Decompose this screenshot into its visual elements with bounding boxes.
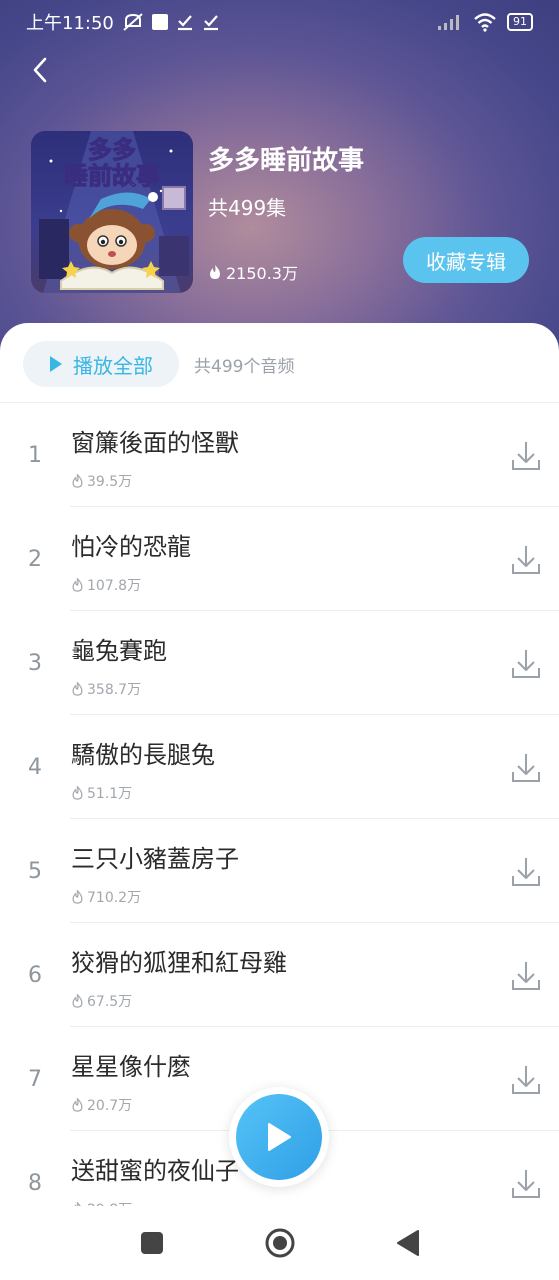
track-title: 驕傲的長腿兔 (71, 741, 215, 769)
track-row[interactable]: 3 龜兔賽跑 358.7万 (0, 611, 559, 715)
album-title: 多多睡前故事 (208, 146, 365, 176)
fire-icon (72, 1098, 83, 1112)
track-play-count: 107.8万 (71, 575, 141, 595)
download-icon (512, 650, 540, 678)
status-left: 上午11:50 (26, 9, 220, 35)
download-button[interactable] (510, 855, 542, 889)
album-cover-title-line2: 睡前故事 (64, 162, 161, 191)
download-icon (512, 546, 540, 574)
fire-icon (72, 474, 83, 488)
mute-icon (123, 13, 143, 31)
track-title: 狡猾的狐狸和紅母雞 (71, 949, 287, 977)
fire-icon (210, 265, 220, 279)
download-button[interactable] (510, 1063, 542, 1097)
download-icon (512, 962, 540, 990)
system-navigation-bar (0, 1206, 559, 1280)
floating-play-button[interactable] (229, 1087, 329, 1187)
episode-count: 共499集 (208, 196, 287, 220)
download-button[interactable] (510, 543, 542, 577)
track-row[interactable]: 1 窗簾後面的怪獸 39.5万 (0, 403, 559, 507)
track-number: 8 (28, 1171, 42, 1196)
album-play-count-value: 2150.3万 (226, 264, 298, 283)
download-button[interactable] (510, 751, 542, 785)
collect-album-button[interactable]: 收藏专辑 (403, 237, 529, 283)
audio-count: 共499个音频 (194, 357, 295, 377)
fire-icon (72, 578, 83, 592)
track-play-count-value: 51.1万 (87, 786, 133, 802)
album-cover-title: 多多 睡前故事 (31, 136, 193, 191)
fire-icon (72, 786, 83, 800)
track-play-count-value: 710.2万 (87, 890, 142, 906)
track-number: 5 (28, 859, 42, 884)
fire-icon (72, 890, 83, 904)
play-all-label: 播放全部 (73, 353, 153, 378)
track-title: 三只小豬蓋房子 (71, 845, 239, 873)
recent-apps-icon[interactable] (140, 1231, 164, 1255)
album-cover-title-line1: 多多 (88, 136, 137, 164)
track-play-count: 39.5万 (71, 471, 132, 491)
download-button[interactable] (510, 439, 542, 473)
download-icon (512, 754, 540, 782)
track-play-count: 710.2万 (71, 887, 141, 907)
track-number: 7 (28, 1067, 42, 1092)
chevron-left-icon (33, 57, 47, 83)
download-button[interactable] (510, 1167, 542, 1201)
status-bar: 上午11:50 91 (0, 0, 559, 44)
check-icon-2 (203, 15, 218, 31)
status-right: 91 (437, 12, 533, 32)
album-cover: 多多 睡前故事 (31, 131, 193, 293)
track-title: 送甜蜜的夜仙子 (71, 1157, 239, 1185)
track-title: 窗簾後面的怪獸 (71, 429, 239, 457)
wifi-icon (474, 13, 496, 32)
fire-icon (72, 994, 83, 1008)
track-row[interactable]: 4 驕傲的長腿兔 51.1万 (0, 715, 559, 819)
fire-icon (72, 682, 83, 696)
battery-indicator: 91 (507, 13, 533, 31)
track-number: 2 (28, 547, 42, 572)
track-title: 龜兔賽跑 (71, 637, 167, 665)
signal-icon (438, 15, 459, 30)
play-icon (268, 1123, 291, 1151)
back-nav-icon[interactable] (396, 1230, 420, 1256)
track-number: 1 (28, 443, 42, 468)
track-play-count-value: 20.7万 (87, 1098, 133, 1114)
track-play-count-value: 358.7万 (87, 682, 142, 698)
track-play-count: 67.5万 (71, 991, 132, 1011)
play-all-button[interactable]: 播放全部 (23, 341, 179, 387)
track-title: 星星像什麼 (71, 1053, 191, 1081)
track-row[interactable]: 5 三只小豬蓋房子 710.2万 (0, 819, 559, 923)
notification-square-icon (151, 14, 168, 30)
status-time: 上午11:50 (26, 13, 114, 34)
track-play-count: 51.1万 (71, 783, 132, 803)
floating-play-circle (236, 1094, 322, 1180)
download-button[interactable] (510, 959, 542, 993)
track-number: 6 (28, 963, 42, 988)
track-number: 3 (28, 651, 42, 676)
album-play-count: 2150.3万 (208, 260, 298, 284)
track-play-count: 358.7万 (71, 679, 141, 699)
download-button[interactable] (510, 647, 542, 681)
track-play-count-value: 107.8万 (87, 578, 142, 594)
play-icon (50, 356, 62, 372)
track-play-count-value: 39.5万 (87, 474, 133, 490)
back-button[interactable] (22, 50, 58, 90)
track-row[interactable]: 6 狡猾的狐狸和紅母雞 67.5万 (0, 923, 559, 1027)
track-play-count-value: 67.5万 (87, 994, 133, 1010)
download-icon (512, 1066, 540, 1094)
check-icon (177, 15, 192, 31)
track-row[interactable]: 2 怕冷的恐龍 107.8万 (0, 507, 559, 611)
home-icon[interactable] (264, 1227, 296, 1259)
track-title: 怕冷的恐龍 (71, 533, 191, 561)
track-play-count: 20.7万 (71, 1095, 132, 1115)
download-icon (512, 858, 540, 886)
track-number: 4 (28, 755, 42, 780)
download-icon (512, 1170, 540, 1198)
download-icon (512, 442, 540, 470)
